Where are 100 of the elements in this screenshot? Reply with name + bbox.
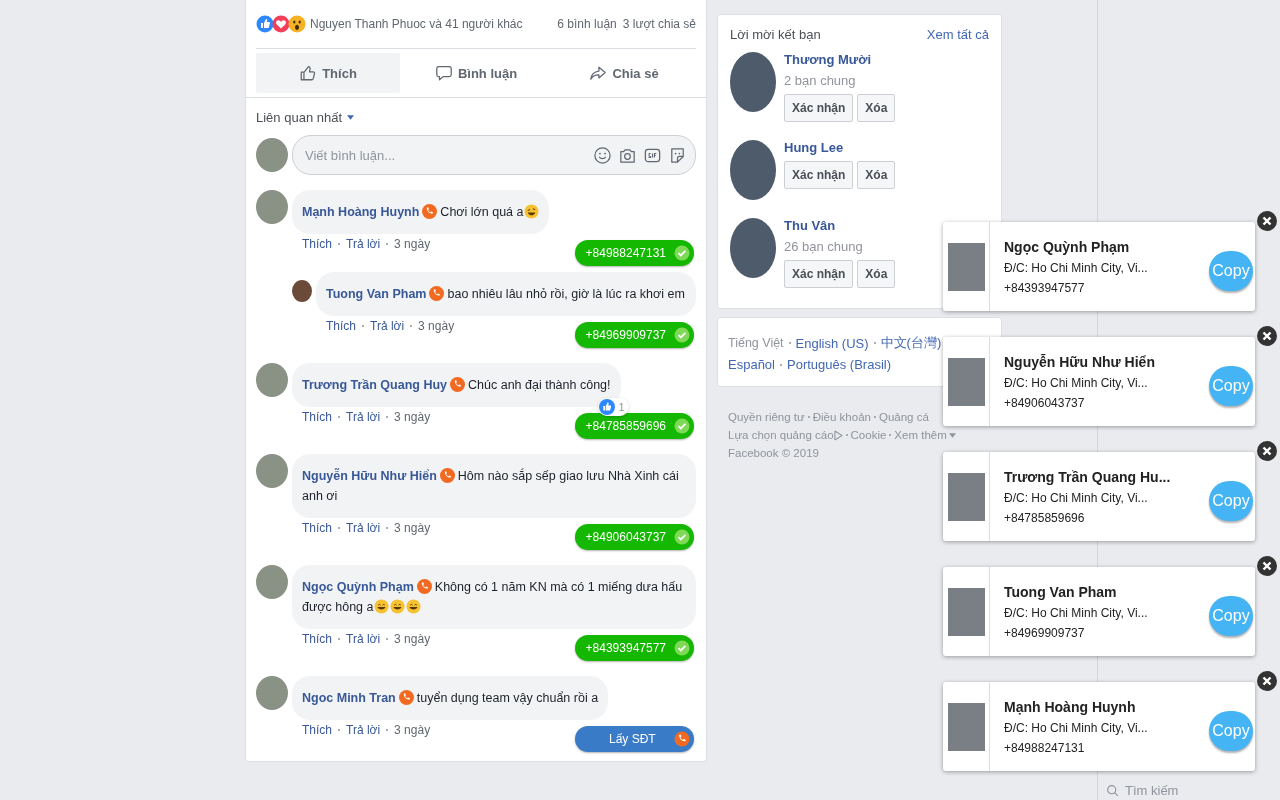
contact-phone: +84969909737 — [1004, 625, 1086, 640]
friend-name[interactable]: Thu Vân — [784, 218, 896, 233]
language-link[interactable]: Português (Brasil) — [787, 357, 892, 372]
delete-button[interactable]: Xóa — [857, 260, 896, 288]
delete-button[interactable]: Xóa — [857, 94, 896, 122]
comment-action-link[interactable]: Thích — [302, 521, 332, 535]
like-count-badge[interactable]: 1 — [598, 398, 629, 416]
love-reaction-icon — [272, 15, 290, 33]
language-link[interactable]: Español — [728, 357, 775, 372]
confirm-button[interactable]: Xác nhận — [784, 161, 854, 189]
close-icon[interactable] — [1256, 555, 1278, 577]
phone-icon — [422, 204, 438, 219]
check-icon — [674, 529, 690, 545]
friend-requests-title: Lời mời kết bạn — [730, 27, 821, 42]
avatar-photo — [256, 190, 288, 224]
smiley-icon[interactable] — [593, 145, 612, 165]
delete-button[interactable]: Xóa — [857, 161, 896, 189]
comment-text: Nguyễn Hữu Như Hiển Hôm nào sắp sếp giao lưu Nhà Xinh cái anh ơi — [302, 467, 680, 505]
contact-phone: +84393947577 — [1004, 280, 1086, 295]
contact-address: Đ/C: Ho Chi Minh City, Vi... — [1004, 260, 1149, 275]
like-reaction-icon — [256, 15, 274, 33]
grinning-emoji-icon — [374, 599, 390, 614]
comment-text: Trương Trần Quang Huy Chúc anh đại thành công! — [302, 376, 611, 394]
comment-author[interactable]: Mạnh Hoàng Huynh — [302, 205, 420, 219]
close-icon[interactable] — [1256, 325, 1278, 347]
grinning-emoji-icon — [390, 599, 406, 614]
check-icon — [674, 418, 690, 434]
comment-author[interactable]: Trương Trần Quang Huy — [302, 378, 448, 392]
comment-author[interactable]: Ngọc Quỳnh Phạm — [302, 580, 414, 594]
speech-bubble-icon — [434, 64, 453, 82]
comment-action-link[interactable]: Trả lời — [346, 632, 381, 646]
photo-placeholder — [947, 587, 985, 636]
photo-placeholder — [947, 702, 985, 751]
phone-icon — [439, 468, 455, 483]
comment-action-link[interactable]: Thích — [302, 723, 332, 737]
avatar-photo — [256, 565, 288, 599]
search-icon — [1106, 783, 1119, 797]
friend-name[interactable]: Thương Mười — [784, 52, 896, 67]
comment-author[interactable]: Ngoc Minh Tran — [302, 691, 396, 705]
see-all-link[interactable]: Xem tất cả — [926, 27, 989, 42]
comment-time: 3 ngày — [394, 632, 431, 646]
close-icon[interactable] — [1256, 210, 1278, 232]
comment-action-link[interactable]: Trả lời — [346, 723, 381, 737]
contact-name: Tuong Van Pham — [1004, 583, 1118, 600]
close-icon[interactable] — [1256, 440, 1278, 462]
comment-author[interactable]: Nguyễn Hữu Như Hiển — [302, 469, 437, 483]
phone-icon — [674, 731, 690, 747]
comment-count[interactable]: 6 bình luận — [557, 17, 617, 31]
comment-text: Tuong Van Pham bao nhiêu lâu nhỏ rồi, giờ là lúc ra khơi em — [326, 285, 686, 303]
play-icon — [833, 429, 843, 441]
contact-phone: +84988247131 — [1004, 740, 1086, 755]
avatar-photo — [730, 140, 776, 200]
comment-input-field[interactable]: Viết bình luận... — [305, 147, 587, 163]
comment-action-link[interactable]: Thích — [326, 319, 356, 333]
comment-time: 3 ngày — [394, 237, 431, 251]
comment-action-button[interactable]: Bình luận — [404, 53, 548, 93]
friend-name[interactable]: Hung Lee — [784, 140, 896, 155]
like-action-button[interactable]: Thích — [256, 53, 400, 93]
phone-icon — [429, 286, 445, 301]
comment-action-link[interactable]: Thích — [302, 237, 332, 251]
comment-author[interactable]: Tuong Van Pham — [326, 287, 427, 301]
language-link[interactable]: English (US) — [795, 335, 869, 351]
comment-action-link[interactable]: Trả lời — [346, 237, 381, 251]
share-action-button[interactable]: Chia sẻ — [552, 53, 696, 93]
close-icon[interactable] — [1256, 670, 1278, 692]
contact-name: Mạnh Hoàng Huynh — [1004, 698, 1137, 715]
photo-placeholder — [947, 472, 985, 521]
laughing-emoji-icon — [524, 204, 540, 219]
contact-name: Nguyễn Hữu Như Hiển — [1004, 353, 1156, 370]
get-phone-button[interactable]: Lấy SĐT — [575, 726, 694, 752]
current-language: Tiếng Việt — [728, 336, 784, 350]
avatar-photo — [256, 138, 288, 172]
avatar-photo — [292, 280, 312, 302]
sort-dropdown[interactable]: Liên quan nhất — [256, 110, 343, 125]
comment-action-link[interactable]: Trả lời — [370, 319, 405, 333]
grinning-emoji-icon — [406, 599, 422, 614]
comment-time: 3 ngày — [394, 723, 431, 737]
mutual-friends[interactable]: 2 bạn chung — [784, 73, 896, 88]
comment-field[interactable]: Viết bình luận... — [292, 135, 696, 175]
share-count[interactable]: 3 lượt chia sẻ — [622, 17, 696, 31]
contact-address: Đ/C: Ho Chi Minh City, Vi... — [1004, 490, 1149, 505]
confirm-button[interactable]: Xác nhận — [784, 94, 854, 122]
copyright: Facebook © 2019 — [728, 447, 820, 459]
chat-search-field[interactable]: Tìm kiếm — [1125, 782, 1205, 798]
comment-action-link[interactable]: Trả lời — [346, 521, 381, 535]
comment-action-link[interactable]: Trả lời — [346, 410, 381, 424]
caret-icon — [948, 432, 956, 438]
comment-action-link[interactable]: Thích — [302, 410, 332, 424]
reactions-summary[interactable]: Nguyen Thanh Phuoc và 41 người khác — [310, 17, 523, 31]
sticker-icon[interactable] — [668, 145, 687, 165]
comment-text: Ngoc Minh Tran tuyển dụng team vậy chuẩn rồi a — [302, 689, 599, 707]
phone-icon — [416, 579, 432, 594]
contact-address: Đ/C: Ho Chi Minh City, Vi... — [1004, 720, 1149, 735]
caret-icon — [347, 115, 355, 120]
language-link[interactable]: 中文(台灣) — [880, 334, 942, 352]
confirm-button[interactable]: Xác nhận — [784, 260, 854, 288]
share-arrow-icon — [589, 64, 608, 82]
avatar-photo — [256, 363, 288, 397]
mutual-friends[interactable]: 26 bạn chung — [784, 239, 896, 254]
comment-action-link[interactable]: Thích — [302, 632, 332, 646]
